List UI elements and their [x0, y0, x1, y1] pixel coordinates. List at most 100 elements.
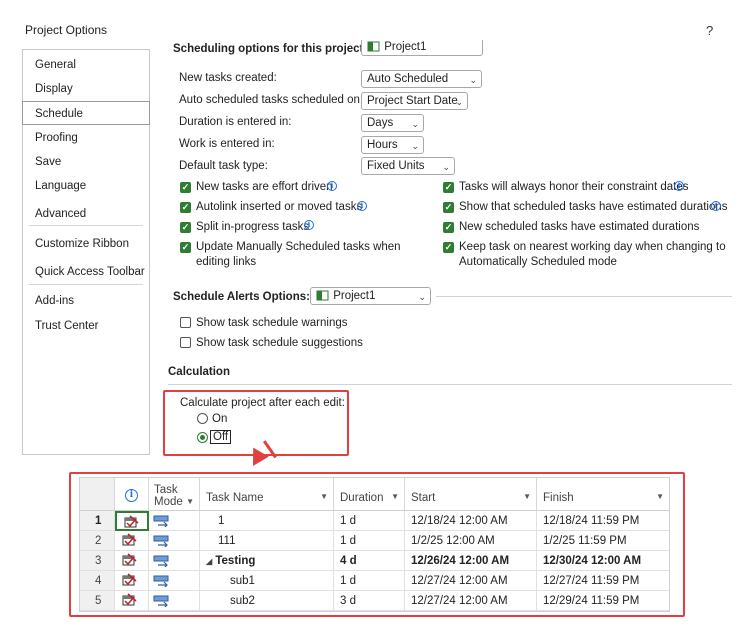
- task-name-cell[interactable]: ◢ Testing: [200, 551, 334, 571]
- task-mode-cell[interactable]: [149, 551, 200, 571]
- info-icon[interactable]: i: [327, 181, 337, 191]
- schedule-alerts-heading: Schedule Alerts Options:: [173, 291, 310, 303]
- nav-item-schedule[interactable]: Schedule: [22, 101, 150, 125]
- default-task-type-select[interactable]: Fixed Units ⌄: [361, 157, 455, 175]
- task-name-cell[interactable]: sub2: [200, 591, 334, 611]
- nav-item-language[interactable]: Language: [23, 174, 149, 198]
- project-file-icon: [316, 290, 330, 301]
- duration-entered-select[interactable]: Days ⌄: [361, 114, 424, 132]
- calc-off-label: Off: [210, 430, 232, 444]
- auto-scheduled-icon: [153, 575, 169, 587]
- info-icon[interactable]: i: [711, 201, 721, 211]
- info-column-header[interactable]: i: [115, 478, 149, 511]
- honor-constraints-label: Tasks will always honor their constraint…: [459, 181, 689, 193]
- task-name-cell[interactable]: sub1: [200, 571, 334, 591]
- nav-item-save[interactable]: Save: [23, 150, 149, 174]
- dialog-title: Project Options: [25, 23, 108, 37]
- nav-item-display[interactable]: Display: [23, 77, 149, 101]
- schedule-warnings-checkbox[interactable]: [180, 317, 191, 328]
- effort-driven-label: New tasks are effort driven: [196, 181, 333, 193]
- calc-on-radio[interactable]: [197, 413, 208, 424]
- task-name-cell[interactable]: 111: [200, 531, 334, 551]
- task-mode-cell[interactable]: [149, 531, 200, 551]
- start-column-header[interactable]: Start ▼: [405, 478, 537, 511]
- task-name-column-header[interactable]: Task Name ▼: [200, 478, 334, 511]
- auto-scheduled-icon: [153, 595, 169, 607]
- calc-off-radio[interactable]: [197, 432, 208, 443]
- chevron-down-icon: ⌄: [442, 162, 450, 172]
- task-mode-cell[interactable]: [149, 511, 200, 531]
- finish-cell[interactable]: 12/30/24 12:00 AM: [537, 551, 669, 571]
- autolink-checkbox[interactable]: ✓: [180, 202, 191, 213]
- row-number[interactable]: 1: [80, 511, 115, 531]
- auto-scheduled-on-label: Auto scheduled tasks scheduled on:: [179, 94, 364, 106]
- honor-constraints-checkbox[interactable]: ✓: [443, 182, 454, 193]
- start-cell[interactable]: 12/18/24 12:00 AM: [405, 511, 537, 531]
- show-estimated-label: Show that scheduled tasks have estimated…: [459, 201, 728, 213]
- row-number[interactable]: 3: [80, 551, 115, 571]
- duration-cell[interactable]: 3 d: [334, 591, 405, 611]
- scheduling-project-select[interactable]: Project1: [361, 40, 483, 56]
- task-indicator-cell[interactable]: [115, 531, 149, 551]
- info-icon[interactable]: i: [357, 201, 367, 211]
- nav-item-advanced[interactable]: Advanced: [23, 202, 149, 226]
- finish-cell[interactable]: 12/18/24 11:59 PM: [537, 511, 669, 531]
- duration-cell[interactable]: 1 d: [334, 511, 405, 531]
- nav-item-quick-access-toolbar[interactable]: Quick Access Toolbar: [23, 260, 149, 284]
- task-indicator-cell[interactable]: [115, 551, 149, 571]
- row-number[interactable]: 2: [80, 531, 115, 551]
- finish-cell[interactable]: 12/29/24 11:59 PM: [537, 591, 669, 611]
- chevron-down-icon: ⌄: [418, 292, 426, 302]
- dropdown-icon: ▼: [320, 492, 328, 501]
- row-number[interactable]: 5: [80, 591, 115, 611]
- task-indicator-cell[interactable]: [115, 571, 149, 591]
- start-cell[interactable]: 12/27/24 12:00 AM: [405, 571, 537, 591]
- info-icon[interactable]: i: [674, 181, 684, 191]
- task-calendar-icon: [122, 573, 137, 586]
- duration-column-header[interactable]: Duration ▼: [334, 478, 405, 511]
- collapse-icon[interactable]: ◢: [206, 557, 212, 566]
- chevron-down-icon: ⌄: [455, 97, 463, 107]
- nav-item-proofing[interactable]: Proofing: [23, 126, 149, 150]
- new-estimated-label: New scheduled tasks have estimated durat…: [459, 221, 700, 233]
- task-mode-cell[interactable]: [149, 571, 200, 591]
- info-icon[interactable]: i: [304, 220, 314, 230]
- task-mode-column-header[interactable]: Task Mode ▼: [149, 478, 200, 511]
- nearest-working-day-checkbox[interactable]: ✓: [443, 242, 454, 253]
- duration-cell[interactable]: 1 d: [334, 531, 405, 551]
- work-entered-select[interactable]: Hours ⌄: [361, 136, 424, 154]
- new-estimated-checkbox[interactable]: ✓: [443, 222, 454, 233]
- duration-cell[interactable]: 1 d: [334, 571, 405, 591]
- finish-column-header[interactable]: Finish ▼: [537, 478, 669, 511]
- new-tasks-created-select[interactable]: Auto Scheduled ⌄: [361, 70, 482, 88]
- duration-entered-label: Duration is entered in:: [179, 116, 292, 128]
- effort-driven-checkbox[interactable]: ✓: [180, 182, 191, 193]
- start-cell[interactable]: 12/26/24 12:00 AM: [405, 551, 537, 571]
- row-number[interactable]: 4: [80, 571, 115, 591]
- finish-cell[interactable]: 12/27/24 11:59 PM: [537, 571, 669, 591]
- nav-item-customize-ribbon[interactable]: Customize Ribbon: [23, 232, 149, 256]
- task-mode-cell[interactable]: [149, 591, 200, 611]
- help-button[interactable]: ?: [706, 23, 713, 38]
- schedule-suggestions-checkbox[interactable]: [180, 337, 191, 348]
- update-manual-checkbox[interactable]: ✓: [180, 242, 191, 253]
- nav-item-trust-center[interactable]: Trust Center: [23, 314, 149, 338]
- finish-cell[interactable]: 1/2/25 11:59 PM: [537, 531, 669, 551]
- auto-scheduled-icon: [153, 535, 169, 547]
- auto-scheduled-on-select[interactable]: Project Start Date ⌄: [361, 92, 468, 110]
- split-in-progress-checkbox[interactable]: ✓: [180, 222, 191, 233]
- select-all-corner[interactable]: [80, 478, 115, 511]
- alerts-divider: [436, 296, 732, 297]
- show-estimated-checkbox[interactable]: ✓: [443, 202, 454, 213]
- task-indicator-cell[interactable]: [115, 511, 149, 531]
- start-cell[interactable]: 12/27/24 12:00 AM: [405, 591, 537, 611]
- task-indicator-cell[interactable]: [115, 591, 149, 611]
- duration-cell[interactable]: 4 d: [334, 551, 405, 571]
- start-cell[interactable]: 1/2/25 12:00 AM: [405, 531, 537, 551]
- task-name-cell[interactable]: 1: [200, 511, 334, 531]
- auto-scheduled-icon: [153, 515, 169, 527]
- nav-item-add-ins[interactable]: Add-ins: [23, 289, 149, 313]
- task-grid: i Task Mode ▼ Task Name ▼ Duration ▼ Start…: [79, 477, 670, 612]
- alerts-project-select[interactable]: Project1 ⌄: [310, 287, 431, 305]
- nav-item-general[interactable]: General: [23, 53, 149, 77]
